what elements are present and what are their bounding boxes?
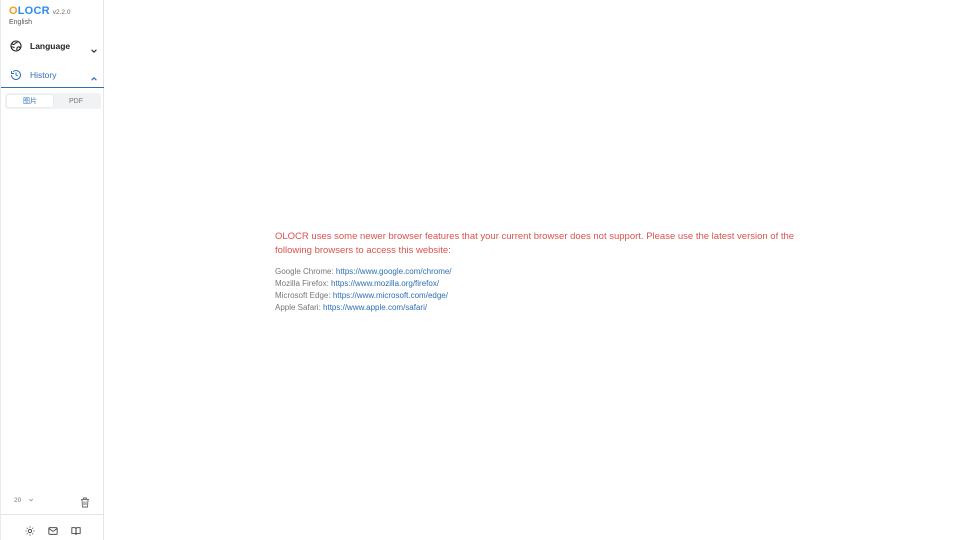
trash-icon[interactable] [80, 495, 90, 508]
logo-letter-o: O [9, 5, 18, 17]
browser-item-chrome: Google Chrome: https://www.google.com/ch… [275, 266, 815, 278]
browser-name: Google Chrome: [275, 267, 336, 276]
tab-images[interactable]: 图片 [7, 95, 53, 107]
unsupported-browser-message: OLOCR uses some newer browser features t… [275, 231, 795, 256]
sun-icon[interactable] [24, 523, 35, 536]
chevron-up-icon [90, 70, 98, 81]
edge-link[interactable]: https://www.microsoft.com/edge/ [333, 291, 448, 300]
browser-name: Apple Safari: [275, 303, 324, 312]
page-size-value: 20 [14, 496, 22, 504]
chrome-link[interactable]: https://www.google.com/chrome/ [336, 267, 452, 276]
chevron-down-icon [90, 42, 98, 54]
history-type-tabs: 图片 PDF [5, 93, 101, 109]
safari-link[interactable]: https://www.apple.com/safari/ [323, 303, 427, 312]
sidebar-item-language[interactable]: Language [1, 34, 104, 58]
browser-list: Google Chrome: https://www.google.com/ch… [275, 266, 815, 314]
browser-support-notice: OLOCR uses some newer browser features t… [275, 230, 815, 314]
browser-item-safari: Apple Safari: https://www.apple.com/safa… [275, 302, 815, 314]
mail-icon[interactable] [47, 523, 58, 535]
app-root: OLOCR v2.2.0 English Language History 图片… [0, 0, 960, 540]
brand-row: OLOCR v2.2.0 [9, 5, 70, 17]
sidebar: OLOCR v2.2.0 English Language History 图片… [0, 0, 104, 540]
current-language: English [9, 19, 32, 26]
history-icon [10, 69, 22, 81]
brand: OLOCR v2.2.0 English [9, 5, 70, 26]
sidebar-item-history[interactable]: History [1, 62, 104, 88]
sidebar-item-label: Language [30, 41, 71, 51]
browser-name: Microsoft Edge: [275, 291, 333, 300]
browser-name: Mozilla Firefox: [275, 279, 332, 288]
sidebar-item-label: History [30, 69, 57, 80]
firefox-link[interactable]: https://www.mozilla.org/firefox/ [331, 279, 439, 288]
chevron-down-icon [28, 497, 34, 503]
globe-icon [10, 40, 22, 52]
browser-item-firefox: Mozilla Firefox: https://www.mozilla.org… [275, 278, 815, 290]
logo-text: LOCR [17, 5, 50, 17]
book-icon[interactable] [70, 523, 81, 535]
app-version: v2.2.0 [52, 9, 71, 16]
sidebar-footer [1, 514, 104, 540]
app-logo: OLOCR [9, 5, 50, 17]
tab-pdf[interactable]: PDF [53, 95, 99, 107]
page-size-select[interactable]: 20 [9, 493, 41, 507]
browser-item-edge: Microsoft Edge: https://www.microsoft.co… [275, 290, 815, 302]
